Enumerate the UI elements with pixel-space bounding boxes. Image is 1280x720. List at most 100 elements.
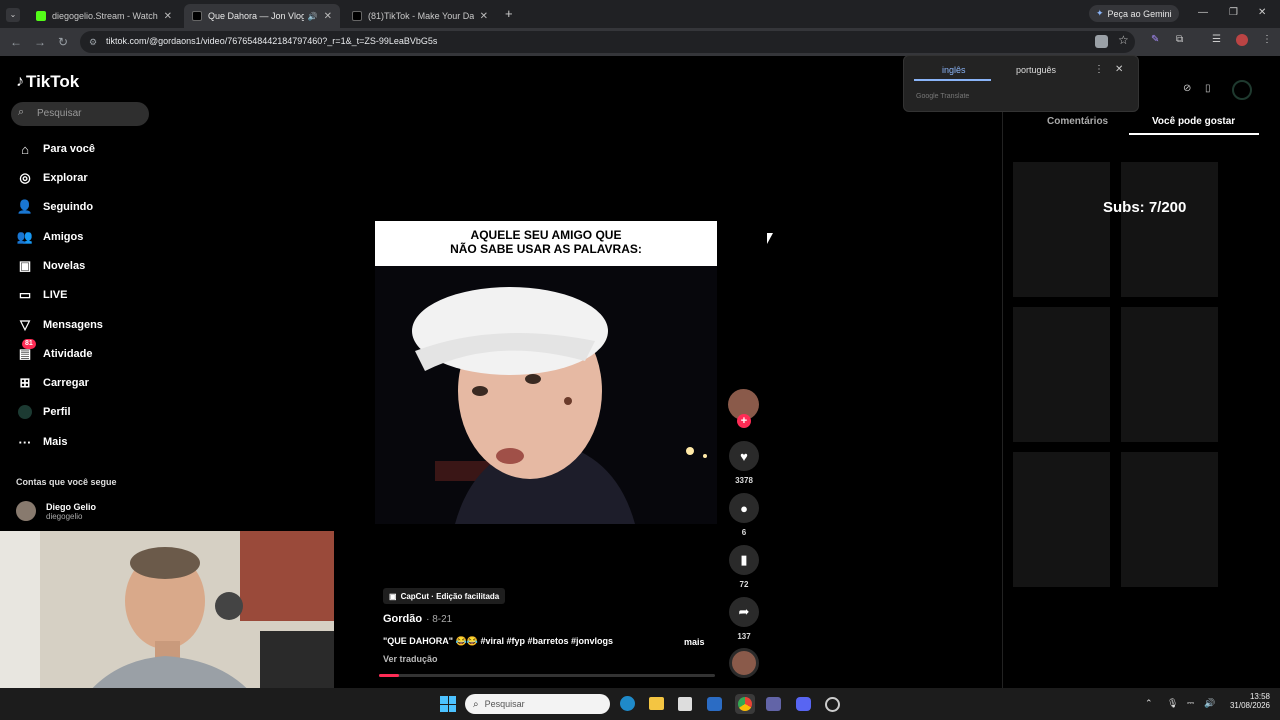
comment-button[interactable]: ● bbox=[729, 493, 759, 523]
video-author[interactable]: Gordão bbox=[383, 613, 422, 625]
compass-icon: ◎ bbox=[19, 170, 31, 185]
settings-icon[interactable]: ⊘ bbox=[1183, 83, 1191, 94]
suggested-video-thumb[interactable] bbox=[1013, 307, 1110, 442]
like-button[interactable]: ♥ bbox=[729, 441, 759, 471]
tray-expand-icon[interactable]: ⌃ bbox=[1145, 698, 1153, 709]
translate-lang-from[interactable]: inglês bbox=[942, 65, 966, 75]
window-close-button[interactable]: ✕ bbox=[1258, 7, 1266, 18]
tab-suggested[interactable]: Você pode gostar bbox=[1152, 116, 1235, 127]
suggested-video-thumb[interactable] bbox=[1121, 307, 1218, 442]
back-icon[interactable]: ← bbox=[10, 35, 22, 49]
novelas-icon: ▣ bbox=[18, 258, 32, 273]
close-icon[interactable]: ✕ bbox=[480, 11, 488, 22]
forward-icon[interactable]: → bbox=[34, 35, 46, 49]
account-handle: diegogelio bbox=[46, 511, 83, 521]
kick-favicon-icon bbox=[36, 11, 46, 21]
save-button[interactable]: ▮ bbox=[729, 545, 759, 575]
tab-stream[interactable]: diegogelio.Stream - Watch Live ✕ bbox=[28, 4, 180, 28]
sidebar-item-novelas[interactable]: ▣ Novelas bbox=[16, 255, 85, 277]
volume-icon[interactable]: 🔊 bbox=[1204, 698, 1215, 709]
maximize-button[interactable]: ❐ bbox=[1229, 7, 1238, 18]
tiktok-logo[interactable]: ♪ TikTok bbox=[16, 72, 79, 92]
app-icon[interactable] bbox=[825, 697, 840, 712]
home-icon: ⌂ bbox=[21, 141, 29, 157]
bookmark-star-icon[interactable]: ☆ bbox=[1118, 33, 1129, 47]
device-icon[interactable]: ▯ bbox=[1205, 83, 1211, 94]
close-icon[interactable]: ✕ bbox=[164, 11, 172, 22]
clock-time: 13:58 bbox=[1249, 692, 1270, 701]
taskbar bbox=[0, 688, 1280, 720]
translate-close-icon[interactable]: ✕ bbox=[1115, 64, 1123, 75]
live-icon: ▭ bbox=[18, 287, 32, 302]
sidebar-item-mais[interactable]: ··· Mais bbox=[16, 431, 68, 453]
translate-lang-to[interactable]: português bbox=[1016, 65, 1056, 75]
profile-avatar[interactable] bbox=[1236, 34, 1248, 46]
following-heading: Contas que você segue bbox=[16, 477, 117, 487]
reading-list-icon[interactable]: ☰ bbox=[1212, 34, 1221, 45]
site-info-icon[interactable]: ⚙ bbox=[89, 37, 97, 48]
tab-comments[interactable]: Comentários bbox=[1047, 116, 1108, 127]
sidebar-item-amigos[interactable]: 👥 Amigos bbox=[16, 226, 83, 248]
tab-tiktok-home[interactable]: (81)TikTok - Make Your Day ✕ bbox=[344, 4, 496, 28]
teams-icon[interactable] bbox=[766, 697, 781, 711]
sidebar-item-perfil[interactable]: Perfil bbox=[16, 401, 71, 423]
file-explorer-icon[interactable] bbox=[649, 697, 664, 710]
sidebar-item-label: Mensagens bbox=[43, 319, 103, 331]
video-date: · 8-21 bbox=[426, 614, 453, 625]
video-overlay-caption: AQUELE SEU AMIGO QUE NÃO SABE USAR AS PA… bbox=[375, 221, 717, 266]
translate-link[interactable]: Ver tradução bbox=[383, 654, 438, 664]
profile-circle-icon[interactable] bbox=[1232, 80, 1252, 100]
minimize-button[interactable]: — bbox=[1198, 7, 1208, 18]
speaker-icon[interactable]: 🔊 bbox=[308, 12, 318, 21]
follow-plus-button[interactable]: + bbox=[737, 414, 751, 428]
close-icon[interactable]: ✕ bbox=[324, 11, 332, 22]
music-disc-icon[interactable] bbox=[729, 648, 759, 678]
more-button[interactable]: mais bbox=[684, 637, 705, 647]
reload-icon[interactable]: ↻ bbox=[58, 35, 68, 49]
video-player[interactable] bbox=[375, 221, 717, 524]
tab-title: Que Dahora — Jon Vlogs B bbox=[208, 11, 304, 21]
chrome-icon bbox=[738, 697, 752, 711]
extensions-icon[interactable]: ⧉ bbox=[1176, 34, 1183, 45]
translate-menu-icon[interactable]: ⋮ bbox=[1094, 64, 1104, 75]
taskbar-search[interactable]: ⌕ Pesquisar bbox=[465, 694, 610, 714]
sidebar-item-atividade[interactable]: ▤ 81 Atividade bbox=[16, 339, 93, 365]
network-icon[interactable]: ⎓ bbox=[1187, 698, 1194, 709]
capcut-badge[interactable]: ▣ CapCut · Edição facilitada bbox=[383, 588, 506, 604]
suggested-video-thumb[interactable] bbox=[1013, 452, 1110, 587]
tab-tiktok-video[interactable]: Que Dahora — Jon Vlogs B 🔊 ✕ bbox=[184, 4, 340, 28]
suggested-video-thumb[interactable] bbox=[1121, 162, 1218, 297]
share-button[interactable]: ➦ bbox=[729, 597, 759, 627]
sidebar-item-label: Seguindo bbox=[43, 201, 94, 213]
tab-search-button[interactable]: ⌄ bbox=[6, 8, 20, 22]
sidebar-item-seguindo[interactable]: 👤 Seguindo bbox=[16, 196, 93, 218]
windows-start-icon[interactable] bbox=[440, 696, 456, 712]
new-tab-button[interactable]: + bbox=[505, 6, 513, 21]
pen-extension-icon[interactable]: ✎ bbox=[1151, 34, 1159, 45]
gemini-button[interactable]: ✦ Peça ao Gemini bbox=[1089, 5, 1179, 22]
following-account[interactable]: Diego Gelio diegogelio bbox=[16, 501, 96, 521]
microphone-icon[interactable]: 🎙 bbox=[1167, 698, 1178, 709]
progress-bar[interactable] bbox=[379, 674, 715, 677]
outlook-icon[interactable] bbox=[707, 697, 722, 711]
mouse-cursor-icon bbox=[767, 233, 773, 244]
translate-icon[interactable] bbox=[1095, 35, 1108, 48]
discord-icon[interactable] bbox=[796, 697, 811, 711]
edge-icon[interactable] bbox=[620, 696, 635, 711]
search-input[interactable]: ⌕ Pesquisar bbox=[11, 102, 149, 126]
sidebar-item-mensagens[interactable]: ▽ Mensagens bbox=[16, 314, 103, 336]
sidebar-item-live[interactable]: ▭ LIVE bbox=[16, 284, 68, 306]
suggested-video-thumb[interactable] bbox=[1013, 162, 1110, 297]
store-icon[interactable] bbox=[678, 697, 692, 711]
browser-menu-icon[interactable]: ⋮ bbox=[1262, 34, 1272, 45]
sidebar-item-explorar[interactable]: ◎ Explorar bbox=[16, 167, 87, 189]
clock[interactable]: 13:58 31/08/2026 bbox=[1222, 692, 1270, 710]
sidebar-item-para-voce[interactable]: ⌂ Para você bbox=[16, 138, 95, 160]
subs-overlay: Subs: 7/200 bbox=[1103, 199, 1187, 216]
search-icon: ⌕ bbox=[18, 106, 25, 118]
url-text[interactable]: tiktok.com/@gordaons1/video/767654844218… bbox=[106, 36, 437, 46]
gemini-label: Peça ao Gemini bbox=[1107, 8, 1172, 19]
sidebar-item-carregar[interactable]: ⊞ Carregar bbox=[16, 372, 89, 394]
chrome-taskbar-button[interactable] bbox=[735, 694, 755, 714]
suggested-video-thumb[interactable] bbox=[1121, 452, 1218, 587]
